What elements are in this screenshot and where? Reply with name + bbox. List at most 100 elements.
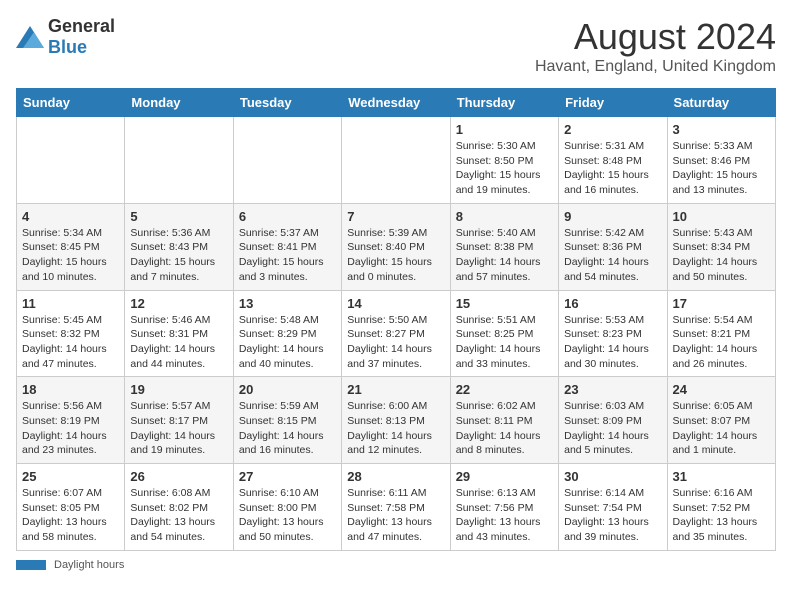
calendar-cell [233, 117, 341, 204]
day-number: 23 [564, 382, 661, 397]
day-info: Sunrise: 6:11 AM Sunset: 7:58 PM Dayligh… [347, 486, 444, 545]
day-info: Sunrise: 5:45 AM Sunset: 8:32 PM Dayligh… [22, 313, 119, 372]
day-number: 22 [456, 382, 553, 397]
week-row-0: 1Sunrise: 5:30 AM Sunset: 8:50 PM Daylig… [17, 117, 776, 204]
calendar-cell: 30 Sunrise: 6:14 AM Sunset: 7:54 PM Dayli… [559, 464, 667, 551]
week-row-3: 18 Sunrise: 5:56 AM Sunset: 8:19 PM Dayli… [17, 377, 776, 464]
col-sunday: Sunday [17, 89, 125, 117]
day-info: Sunrise: 6:14 AM Sunset: 7:54 PM Dayligh… [564, 486, 661, 545]
day-number: 3 [673, 122, 770, 137]
day-number: 5 [130, 209, 227, 224]
calendar-cell: 10 Sunrise: 5:43 AM Sunset: 8:34 PM Dayli… [667, 203, 775, 290]
calendar-cell: 3 Sunrise: 5:33 AM Sunset: 8:46 PM Daylig… [667, 117, 775, 204]
day-info: Sunrise: 5:57 AM Sunset: 8:17 PM Dayligh… [130, 399, 227, 458]
day-number: 27 [239, 469, 336, 484]
calendar-cell: 1Sunrise: 5:30 AM Sunset: 8:50 PM Daylig… [450, 117, 558, 204]
footer-label: Daylight hours [54, 559, 124, 571]
month-title: August 2024 [535, 16, 776, 58]
day-info: Sunrise: 6:05 AM Sunset: 8:07 PM Dayligh… [673, 399, 770, 458]
calendar-cell: 8 Sunrise: 5:40 AM Sunset: 8:38 PM Daylig… [450, 203, 558, 290]
calendar-cell: 17 Sunrise: 5:54 AM Sunset: 8:21 PM Dayli… [667, 290, 775, 377]
calendar-cell: 28 Sunrise: 6:11 AM Sunset: 7:58 PM Dayli… [342, 464, 450, 551]
day-info: Sunrise: 5:43 AM Sunset: 8:34 PM Dayligh… [673, 226, 770, 285]
calendar-cell: 15 Sunrise: 5:51 AM Sunset: 8:25 PM Dayli… [450, 290, 558, 377]
calendar-cell: 25Sunrise: 6:07 AM Sunset: 8:05 PM Dayli… [17, 464, 125, 551]
day-number: 25 [22, 469, 119, 484]
day-number: 16 [564, 296, 661, 311]
calendar-cell: 29 Sunrise: 6:13 AM Sunset: 7:56 PM Dayli… [450, 464, 558, 551]
calendar-cell: 22Sunrise: 6:02 AM Sunset: 8:11 PM Dayli… [450, 377, 558, 464]
calendar-cell: 7 Sunrise: 5:39 AM Sunset: 8:40 PM Daylig… [342, 203, 450, 290]
calendar-cell: 4 Sunrise: 5:34 AM Sunset: 8:45 PM Daylig… [17, 203, 125, 290]
day-number: 28 [347, 469, 444, 484]
day-number: 2 [564, 122, 661, 137]
day-number: 4 [22, 209, 119, 224]
day-info: Sunrise: 6:16 AM Sunset: 7:52 PM Dayligh… [673, 486, 770, 545]
footer-bar-icon [16, 560, 46, 570]
calendar-cell: 27 Sunrise: 6:10 AM Sunset: 8:00 PM Dayli… [233, 464, 341, 551]
day-number: 30 [564, 469, 661, 484]
calendar-cell: 23Sunrise: 6:03 AM Sunset: 8:09 PM Dayli… [559, 377, 667, 464]
day-info: Sunrise: 5:59 AM Sunset: 8:15 PM Dayligh… [239, 399, 336, 458]
calendar-cell: 11 Sunrise: 5:45 AM Sunset: 8:32 PM Dayli… [17, 290, 125, 377]
col-wednesday: Wednesday [342, 89, 450, 117]
day-number: 18 [22, 382, 119, 397]
day-number: 15 [456, 296, 553, 311]
day-info: Sunrise: 5:51 AM Sunset: 8:25 PM Dayligh… [456, 313, 553, 372]
day-info: Sunrise: 5:33 AM Sunset: 8:46 PM Dayligh… [673, 139, 770, 198]
day-info: Sunrise: 5:56 AM Sunset: 8:19 PM Dayligh… [22, 399, 119, 458]
calendar-cell: 20 Sunrise: 5:59 AM Sunset: 8:15 PM Dayli… [233, 377, 341, 464]
calendar-cell: 12Sunrise: 5:46 AM Sunset: 8:31 PM Dayli… [125, 290, 233, 377]
day-info: Sunrise: 5:39 AM Sunset: 8:40 PM Dayligh… [347, 226, 444, 285]
day-info: Sunrise: 5:31 AM Sunset: 8:48 PM Dayligh… [564, 139, 661, 198]
day-number: 31 [673, 469, 770, 484]
logo-icon [16, 26, 44, 48]
day-number: 8 [456, 209, 553, 224]
calendar-cell: 13Sunrise: 5:48 AM Sunset: 8:29 PM Dayli… [233, 290, 341, 377]
calendar-cell: 16 Sunrise: 5:53 AM Sunset: 8:23 PM Dayli… [559, 290, 667, 377]
day-number: 29 [456, 469, 553, 484]
logo: General Blue [16, 16, 115, 58]
calendar-cell [125, 117, 233, 204]
title-block: August 2024 Havant, England, United King… [535, 16, 776, 76]
day-info: Sunrise: 5:34 AM Sunset: 8:45 PM Dayligh… [22, 226, 119, 285]
calendar-cell: 26Sunrise: 6:08 AM Sunset: 8:02 PM Dayli… [125, 464, 233, 551]
logo-text: General Blue [48, 16, 115, 58]
calendar-cell [17, 117, 125, 204]
calendar-cell: 18 Sunrise: 5:56 AM Sunset: 8:19 PM Dayli… [17, 377, 125, 464]
col-monday: Monday [125, 89, 233, 117]
day-number: 14 [347, 296, 444, 311]
day-info: Sunrise: 5:54 AM Sunset: 8:21 PM Dayligh… [673, 313, 770, 372]
day-info: Sunrise: 6:00 AM Sunset: 8:13 PM Dayligh… [347, 399, 444, 458]
calendar-cell: 2 Sunrise: 5:31 AM Sunset: 8:48 PM Daylig… [559, 117, 667, 204]
calendar-cell: 21 Sunrise: 6:00 AM Sunset: 8:13 PM Dayli… [342, 377, 450, 464]
day-info: Sunrise: 5:50 AM Sunset: 8:27 PM Dayligh… [347, 313, 444, 372]
week-row-4: 25Sunrise: 6:07 AM Sunset: 8:05 PM Dayli… [17, 464, 776, 551]
day-number: 7 [347, 209, 444, 224]
header-row: Sunday Monday Tuesday Wednesday Thursday… [17, 89, 776, 117]
day-number: 20 [239, 382, 336, 397]
calendar-table: Sunday Monday Tuesday Wednesday Thursday… [16, 88, 776, 551]
day-info: Sunrise: 5:30 AM Sunset: 8:50 PM Dayligh… [456, 139, 553, 198]
calendar-cell: 19Sunrise: 5:57 AM Sunset: 8:17 PM Dayli… [125, 377, 233, 464]
day-info: Sunrise: 6:10 AM Sunset: 8:00 PM Dayligh… [239, 486, 336, 545]
day-number: 6 [239, 209, 336, 224]
day-info: Sunrise: 5:42 AM Sunset: 8:36 PM Dayligh… [564, 226, 661, 285]
day-number: 17 [673, 296, 770, 311]
day-number: 21 [347, 382, 444, 397]
day-number: 11 [22, 296, 119, 311]
day-info: Sunrise: 5:53 AM Sunset: 8:23 PM Dayligh… [564, 313, 661, 372]
day-info: Sunrise: 5:40 AM Sunset: 8:38 PM Dayligh… [456, 226, 553, 285]
day-number: 26 [130, 469, 227, 484]
footer: Daylight hours [16, 559, 776, 571]
calendar-cell: 24Sunrise: 6:05 AM Sunset: 8:07 PM Dayli… [667, 377, 775, 464]
calendar-cell: 31 Sunrise: 6:16 AM Sunset: 7:52 PM Dayli… [667, 464, 775, 551]
col-saturday: Saturday [667, 89, 775, 117]
day-info: Sunrise: 6:13 AM Sunset: 7:56 PM Dayligh… [456, 486, 553, 545]
day-info: Sunrise: 5:37 AM Sunset: 8:41 PM Dayligh… [239, 226, 336, 285]
col-tuesday: Tuesday [233, 89, 341, 117]
logo-blue: Blue [48, 37, 87, 57]
location: Havant, England, United Kingdom [535, 58, 776, 76]
day-number: 10 [673, 209, 770, 224]
calendar-cell [342, 117, 450, 204]
